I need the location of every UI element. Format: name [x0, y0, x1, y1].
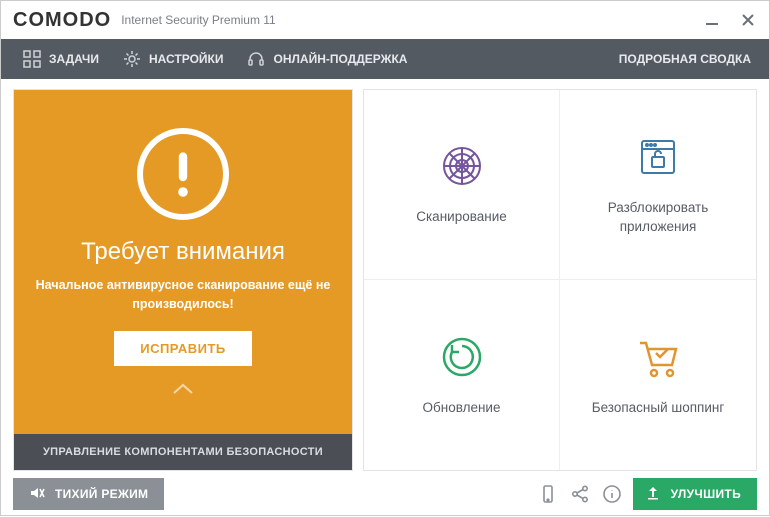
actions-grid: Сканирование Разблокировать приложения — [363, 89, 757, 471]
manage-security-components[interactable]: УПРАВЛЕНИЕ КОМПОНЕНТАМИ БЕЗОПАСНОСТИ — [14, 434, 352, 470]
title-bar: COMODO Internet Security Premium 11 — [1, 1, 769, 39]
action-shopping[interactable]: Безопасный шоппинг — [560, 280, 756, 470]
action-unblock-label: Разблокировать приложения — [570, 199, 746, 237]
toolbar-detailed-summary[interactable]: ПОДРОБНАЯ СВОДКА — [601, 39, 759, 79]
upgrade-button[interactable]: УЛУЧШИТЬ — [633, 478, 757, 510]
action-update-label: Обновление — [423, 399, 501, 418]
minimize-button[interactable] — [703, 11, 721, 29]
upgrade-label: УЛУЧШИТЬ — [671, 487, 741, 501]
info-icon[interactable] — [601, 483, 623, 505]
shopping-icon — [634, 333, 682, 381]
gear-icon — [123, 50, 141, 68]
product-subtitle: Internet Security Premium 11 — [121, 13, 276, 27]
status-title: Требует внимания — [81, 238, 285, 266]
unblock-icon — [634, 133, 682, 181]
fix-button[interactable]: ИСПРАВИТЬ — [114, 331, 252, 366]
toolbar-settings-label: НАСТРОЙКИ — [149, 52, 223, 66]
tasks-icon — [23, 50, 41, 68]
expand-up-icon[interactable] — [172, 382, 194, 400]
update-icon — [438, 333, 486, 381]
main-toolbar: ЗАДАЧИ НАСТРОЙКИ ОНЛАЙН-ПОДДЕРЖКА ПОДРОБ… — [1, 39, 769, 79]
action-update[interactable]: Обновление — [364, 280, 560, 470]
scan-icon — [438, 142, 486, 190]
silent-mode-button[interactable]: ТИХИЙ РЕЖИМ — [13, 478, 164, 510]
content-area: Требует внимания Начальное антивирусное … — [1, 79, 769, 471]
headset-icon — [247, 50, 265, 68]
toolbar-tasks[interactable]: ЗАДАЧИ — [11, 39, 111, 79]
bottom-bar: ТИХИЙ РЕЖИМ УЛУЧШИТЬ — [1, 471, 769, 517]
warning-icon — [137, 128, 229, 220]
toolbar-settings[interactable]: НАСТРОЙКИ — [111, 39, 235, 79]
toolbar-support-label: ОНЛАЙН-ПОДДЕРЖКА — [273, 52, 407, 66]
close-button[interactable] — [739, 11, 757, 29]
brand-name: COMODO — [13, 9, 111, 32]
silent-mode-label: ТИХИЙ РЕЖИМ — [55, 487, 148, 501]
mute-icon — [29, 485, 45, 504]
toolbar-detailed-label: ПОДРОБНАЯ СВОДКА — [619, 52, 751, 66]
window-controls — [703, 11, 757, 29]
toolbar-tasks-label: ЗАДАЧИ — [49, 52, 99, 66]
upgrade-icon — [645, 485, 661, 504]
mobile-icon[interactable] — [537, 483, 559, 505]
toolbar-support[interactable]: ОНЛАЙН-ПОДДЕРЖКА — [235, 39, 419, 79]
status-main: Требует внимания Начальное антивирусное … — [14, 90, 352, 434]
action-unblock[interactable]: Разблокировать приложения — [560, 90, 756, 280]
action-shopping-label: Безопасный шоппинг — [592, 399, 725, 418]
status-panel: Требует внимания Начальное антивирусное … — [13, 89, 353, 471]
share-icon[interactable] — [569, 483, 591, 505]
action-scan-label: Сканирование — [416, 208, 507, 227]
status-subtitle: Начальное антивирусное сканирование ещё … — [32, 276, 334, 314]
action-scan[interactable]: Сканирование — [364, 90, 560, 280]
